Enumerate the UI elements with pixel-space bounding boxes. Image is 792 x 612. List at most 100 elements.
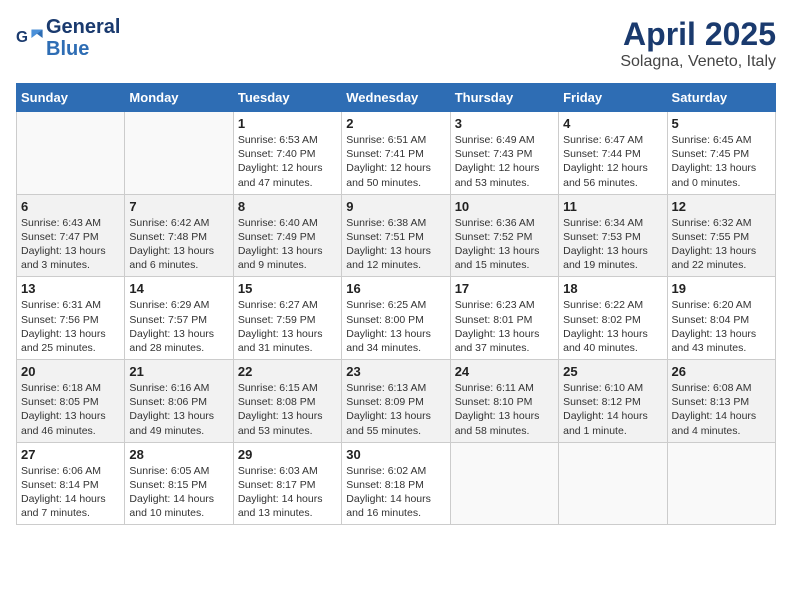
day-number: 23 [346,364,445,379]
calendar-cell: 18 Sunrise: 6:22 AM Sunset: 8:02 PM Dayli… [559,277,667,360]
day-number: 20 [21,364,120,379]
col-header-tuesday: Tuesday [233,84,341,112]
calendar-cell: 6Sunrise: 6:43 AM Sunset: 7:47 PM Daylig… [17,194,125,277]
calendar-cell [667,442,775,525]
calendar-cell: 2 Sunrise: 6:51 AM Sunset: 7:41 PM Daylig… [342,112,450,195]
calendar-cell: 16Sunrise: 6:25 AM Sunset: 8:00 PM Dayli… [342,277,450,360]
day-number: 2 [346,116,445,131]
day-number: 19 [672,281,771,296]
day-number: 27 [21,447,120,462]
day-info: Sunrise: 6:08 AM Sunset: 8:13 PM Dayligh… [672,381,771,438]
day-info: Sunrise: 6:40 AM Sunset: 7:49 PM Dayligh… [238,216,337,273]
calendar-cell: 5Sunrise: 6:45 AM Sunset: 7:45 PM Daylig… [667,112,775,195]
day-number: 25 [563,364,662,379]
calendar-header-row: SundayMondayTuesdayWednesdayThursdayFrid… [17,84,776,112]
calendar-cell: 13 Sunrise: 6:31 AM Sunset: 7:56 PM Dayli… [17,277,125,360]
day-info: Sunrise: 6:32 AM Sunset: 7:55 PM Dayligh… [672,216,771,273]
day-number: 7 [129,199,228,214]
col-header-monday: Monday [125,84,233,112]
calendar-cell: 8 Sunrise: 6:40 AM Sunset: 7:49 PM Daylig… [233,194,341,277]
day-number: 30 [346,447,445,462]
day-info: Sunrise: 6:23 AM Sunset: 8:01 PM Dayligh… [455,298,554,355]
subtitle: Solagna, Veneto, Italy [620,53,776,71]
logo: G General Blue [16,16,120,60]
day-number: 22 [238,364,337,379]
calendar-cell: 30 Sunrise: 6:02 AM Sunset: 8:18 PM Dayli… [342,442,450,525]
calendar-cell: 19 Sunrise: 6:20 AM Sunset: 8:04 PM Dayli… [667,277,775,360]
logo-general: General [46,16,120,38]
day-number: 21 [129,364,228,379]
day-number: 15 [238,281,337,296]
calendar-cell: 9 Sunrise: 6:38 AM Sunset: 7:51 PM Daylig… [342,194,450,277]
day-number: 28 [129,447,228,462]
calendar-cell: 20 Sunrise: 6:18 AM Sunset: 8:05 PM Dayli… [17,360,125,443]
col-header-saturday: Saturday [667,84,775,112]
main-title: April 2025 [620,16,776,53]
calendar-cell: 7 Sunrise: 6:42 AM Sunset: 7:48 PM Daylig… [125,194,233,277]
day-info: Sunrise: 6:18 AM Sunset: 8:05 PM Dayligh… [21,381,120,438]
calendar-week-row: 1 Sunrise: 6:53 AM Sunset: 7:40 PM Daylig… [17,112,776,195]
day-number: 26 [672,364,771,379]
calendar-cell [125,112,233,195]
calendar-cell [450,442,558,525]
calendar-cell: 12Sunrise: 6:32 AM Sunset: 7:55 PM Dayli… [667,194,775,277]
calendar-cell: 28Sunrise: 6:05 AM Sunset: 8:15 PM Dayli… [125,442,233,525]
svg-text:G: G [16,29,28,46]
calendar-cell: 4Sunrise: 6:47 AM Sunset: 7:44 PM Daylig… [559,112,667,195]
calendar-cell: 3Sunrise: 6:49 AM Sunset: 7:43 PM Daylig… [450,112,558,195]
logo-icon: G [16,24,44,52]
day-number: 1 [238,116,337,131]
day-info: Sunrise: 6:03 AM Sunset: 8:17 PM Dayligh… [238,464,337,521]
day-info: Sunrise: 6:47 AM Sunset: 7:44 PM Dayligh… [563,133,662,190]
calendar-cell: 11Sunrise: 6:34 AM Sunset: 7:53 PM Dayli… [559,194,667,277]
day-info: Sunrise: 6:22 AM Sunset: 8:02 PM Dayligh… [563,298,662,355]
day-info: Sunrise: 6:15 AM Sunset: 8:08 PM Dayligh… [238,381,337,438]
calendar-cell [17,112,125,195]
col-header-friday: Friday [559,84,667,112]
day-info: Sunrise: 6:53 AM Sunset: 7:40 PM Dayligh… [238,133,337,190]
calendar-cell: 17 Sunrise: 6:23 AM Sunset: 8:01 PM Dayli… [450,277,558,360]
col-header-thursday: Thursday [450,84,558,112]
title-block: April 2025 Solagna, Veneto, Italy [620,16,776,71]
day-info: Sunrise: 6:29 AM Sunset: 7:57 PM Dayligh… [129,298,228,355]
day-info: Sunrise: 6:42 AM Sunset: 7:48 PM Dayligh… [129,216,228,273]
day-info: Sunrise: 6:16 AM Sunset: 8:06 PM Dayligh… [129,381,228,438]
day-number: 18 [563,281,662,296]
calendar-week-row: 13 Sunrise: 6:31 AM Sunset: 7:56 PM Dayli… [17,277,776,360]
day-info: Sunrise: 6:20 AM Sunset: 8:04 PM Dayligh… [672,298,771,355]
calendar-cell: 22 Sunrise: 6:15 AM Sunset: 8:08 PM Dayli… [233,360,341,443]
calendar-week-row: 6Sunrise: 6:43 AM Sunset: 7:47 PM Daylig… [17,194,776,277]
day-number: 10 [455,199,554,214]
day-info: Sunrise: 6:51 AM Sunset: 7:41 PM Dayligh… [346,133,445,190]
day-number: 5 [672,116,771,131]
calendar-cell: 25 Sunrise: 6:10 AM Sunset: 8:12 PM Dayli… [559,360,667,443]
day-number: 29 [238,447,337,462]
day-number: 11 [563,199,662,214]
day-info: Sunrise: 6:13 AM Sunset: 8:09 PM Dayligh… [346,381,445,438]
day-number: 6 [21,199,120,214]
day-number: 9 [346,199,445,214]
day-number: 24 [455,364,554,379]
calendar-cell: 10Sunrise: 6:36 AM Sunset: 7:52 PM Dayli… [450,194,558,277]
calendar-cell: 23 Sunrise: 6:13 AM Sunset: 8:09 PM Dayli… [342,360,450,443]
col-header-sunday: Sunday [17,84,125,112]
day-number: 3 [455,116,554,131]
calendar-cell: 1 Sunrise: 6:53 AM Sunset: 7:40 PM Daylig… [233,112,341,195]
calendar-cell: 26 Sunrise: 6:08 AM Sunset: 8:13 PM Dayli… [667,360,775,443]
calendar-cell [559,442,667,525]
day-info: Sunrise: 6:06 AM Sunset: 8:14 PM Dayligh… [21,464,120,521]
calendar-cell: 15Sunrise: 6:27 AM Sunset: 7:59 PM Dayli… [233,277,341,360]
day-info: Sunrise: 6:31 AM Sunset: 7:56 PM Dayligh… [21,298,120,355]
calendar-cell: 14 Sunrise: 6:29 AM Sunset: 7:57 PM Dayli… [125,277,233,360]
day-info: Sunrise: 6:02 AM Sunset: 8:18 PM Dayligh… [346,464,445,521]
day-info: Sunrise: 6:10 AM Sunset: 8:12 PM Dayligh… [563,381,662,438]
day-number: 17 [455,281,554,296]
calendar-week-row: 20 Sunrise: 6:18 AM Sunset: 8:05 PM Dayli… [17,360,776,443]
day-number: 14 [129,281,228,296]
calendar-cell: 29 Sunrise: 6:03 AM Sunset: 8:17 PM Dayli… [233,442,341,525]
day-number: 13 [21,281,120,296]
calendar-week-row: 27 Sunrise: 6:06 AM Sunset: 8:14 PM Dayli… [17,442,776,525]
day-info: Sunrise: 6:38 AM Sunset: 7:51 PM Dayligh… [346,216,445,273]
logo-blue: Blue [46,38,89,60]
day-number: 8 [238,199,337,214]
